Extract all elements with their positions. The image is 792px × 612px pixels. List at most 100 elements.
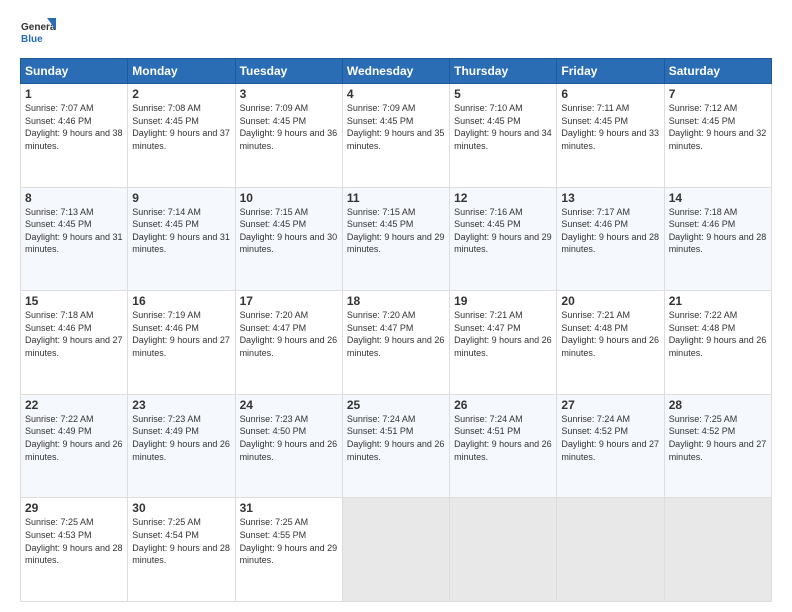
table-row: 22 Sunrise: 7:22 AM Sunset: 4:49 PM Dayl… xyxy=(21,394,128,498)
day-sunset: Sunset: 4:54 PM xyxy=(132,530,199,540)
day-daylight: Daylight: 9 hours and 29 minutes. xyxy=(454,232,552,255)
day-sunrise: Sunrise: 7:20 AM xyxy=(347,310,416,320)
col-wednesday: Wednesday xyxy=(342,59,449,84)
day-sunset: Sunset: 4:45 PM xyxy=(132,219,199,229)
table-row: 26 Sunrise: 7:24 AM Sunset: 4:51 PM Dayl… xyxy=(450,394,557,498)
day-daylight: Daylight: 9 hours and 33 minutes. xyxy=(561,128,659,151)
day-number: 31 xyxy=(240,501,338,515)
day-sunset: Sunset: 4:45 PM xyxy=(454,219,521,229)
day-sunset: Sunset: 4:53 PM xyxy=(25,530,92,540)
day-sunset: Sunset: 4:45 PM xyxy=(454,116,521,126)
day-sunrise: Sunrise: 7:20 AM xyxy=(240,310,309,320)
table-row: 4 Sunrise: 7:09 AM Sunset: 4:45 PM Dayli… xyxy=(342,84,449,188)
day-number: 2 xyxy=(132,87,230,101)
day-sunset: Sunset: 4:49 PM xyxy=(25,426,92,436)
day-sunrise: Sunrise: 7:19 AM xyxy=(132,310,201,320)
day-number: 13 xyxy=(561,191,659,205)
table-row: 18 Sunrise: 7:20 AM Sunset: 4:47 PM Dayl… xyxy=(342,291,449,395)
day-sunset: Sunset: 4:47 PM xyxy=(347,323,414,333)
day-daylight: Daylight: 9 hours and 37 minutes. xyxy=(132,128,230,151)
table-row: 3 Sunrise: 7:09 AM Sunset: 4:45 PM Dayli… xyxy=(235,84,342,188)
day-sunrise: Sunrise: 7:24 AM xyxy=(347,414,416,424)
day-daylight: Daylight: 9 hours and 26 minutes. xyxy=(132,439,230,462)
svg-text:Blue: Blue xyxy=(21,34,43,45)
table-row: 10 Sunrise: 7:15 AM Sunset: 4:45 PM Dayl… xyxy=(235,187,342,291)
day-sunrise: Sunrise: 7:25 AM xyxy=(669,414,738,424)
day-number: 18 xyxy=(347,294,445,308)
day-number: 15 xyxy=(25,294,123,308)
day-daylight: Daylight: 9 hours and 32 minutes. xyxy=(669,128,767,151)
day-number: 28 xyxy=(669,398,767,412)
day-sunset: Sunset: 4:45 PM xyxy=(240,116,307,126)
calendar-week-row: 15 Sunrise: 7:18 AM Sunset: 4:46 PM Dayl… xyxy=(21,291,772,395)
day-number: 24 xyxy=(240,398,338,412)
day-sunrise: Sunrise: 7:11 AM xyxy=(561,103,629,113)
day-daylight: Daylight: 9 hours and 29 minutes. xyxy=(347,232,445,255)
day-sunset: Sunset: 4:46 PM xyxy=(25,116,92,126)
day-sunrise: Sunrise: 7:21 AM xyxy=(561,310,630,320)
day-sunrise: Sunrise: 7:25 AM xyxy=(132,517,201,527)
day-sunset: Sunset: 4:50 PM xyxy=(240,426,307,436)
table-row: 8 Sunrise: 7:13 AM Sunset: 4:45 PM Dayli… xyxy=(21,187,128,291)
day-number: 10 xyxy=(240,191,338,205)
table-row: 24 Sunrise: 7:23 AM Sunset: 4:50 PM Dayl… xyxy=(235,394,342,498)
table-row: 16 Sunrise: 7:19 AM Sunset: 4:46 PM Dayl… xyxy=(128,291,235,395)
table-row xyxy=(342,498,449,602)
day-daylight: Daylight: 9 hours and 26 minutes. xyxy=(454,439,552,462)
table-row xyxy=(557,498,664,602)
table-row: 29 Sunrise: 7:25 AM Sunset: 4:53 PM Dayl… xyxy=(21,498,128,602)
calendar-week-row: 29 Sunrise: 7:25 AM Sunset: 4:53 PM Dayl… xyxy=(21,498,772,602)
day-daylight: Daylight: 9 hours and 35 minutes. xyxy=(347,128,445,151)
calendar: Sunday Monday Tuesday Wednesday Thursday… xyxy=(20,58,772,602)
day-number: 12 xyxy=(454,191,552,205)
day-sunrise: Sunrise: 7:24 AM xyxy=(454,414,523,424)
day-number: 26 xyxy=(454,398,552,412)
day-number: 20 xyxy=(561,294,659,308)
table-row: 20 Sunrise: 7:21 AM Sunset: 4:48 PM Dayl… xyxy=(557,291,664,395)
day-number: 23 xyxy=(132,398,230,412)
day-daylight: Daylight: 9 hours and 26 minutes. xyxy=(25,439,123,462)
day-daylight: Daylight: 9 hours and 34 minutes. xyxy=(454,128,552,151)
day-daylight: Daylight: 9 hours and 27 minutes. xyxy=(132,335,230,358)
day-sunset: Sunset: 4:46 PM xyxy=(561,219,628,229)
day-sunset: Sunset: 4:46 PM xyxy=(669,219,736,229)
day-daylight: Daylight: 9 hours and 36 minutes. xyxy=(240,128,338,151)
day-sunrise: Sunrise: 7:23 AM xyxy=(240,414,309,424)
day-sunset: Sunset: 4:45 PM xyxy=(132,116,199,126)
day-number: 1 xyxy=(25,87,123,101)
day-sunrise: Sunrise: 7:07 AM xyxy=(25,103,94,113)
page: General Blue Sunday Monday Tuesday Wedne… xyxy=(0,0,792,612)
day-sunrise: Sunrise: 7:24 AM xyxy=(561,414,630,424)
day-sunrise: Sunrise: 7:18 AM xyxy=(669,207,738,217)
table-row: 17 Sunrise: 7:20 AM Sunset: 4:47 PM Dayl… xyxy=(235,291,342,395)
calendar-week-row: 22 Sunrise: 7:22 AM Sunset: 4:49 PM Dayl… xyxy=(21,394,772,498)
day-daylight: Daylight: 9 hours and 30 minutes. xyxy=(240,232,338,255)
table-row: 23 Sunrise: 7:23 AM Sunset: 4:49 PM Dayl… xyxy=(128,394,235,498)
day-sunrise: Sunrise: 7:15 AM xyxy=(240,207,309,217)
day-number: 25 xyxy=(347,398,445,412)
day-daylight: Daylight: 9 hours and 26 minutes. xyxy=(240,439,338,462)
svg-text:General: General xyxy=(21,22,56,33)
day-sunset: Sunset: 4:49 PM xyxy=(132,426,199,436)
table-row: 31 Sunrise: 7:25 AM Sunset: 4:55 PM Dayl… xyxy=(235,498,342,602)
day-daylight: Daylight: 9 hours and 28 minutes. xyxy=(561,232,659,255)
day-sunrise: Sunrise: 7:13 AM xyxy=(25,207,94,217)
day-number: 6 xyxy=(561,87,659,101)
calendar-week-row: 1 Sunrise: 7:07 AM Sunset: 4:46 PM Dayli… xyxy=(21,84,772,188)
day-sunrise: Sunrise: 7:25 AM xyxy=(240,517,309,527)
calendar-header-row: Sunday Monday Tuesday Wednesday Thursday… xyxy=(21,59,772,84)
table-row: 14 Sunrise: 7:18 AM Sunset: 4:46 PM Dayl… xyxy=(664,187,771,291)
table-row: 19 Sunrise: 7:21 AM Sunset: 4:47 PM Dayl… xyxy=(450,291,557,395)
table-row: 28 Sunrise: 7:25 AM Sunset: 4:52 PM Dayl… xyxy=(664,394,771,498)
day-daylight: Daylight: 9 hours and 26 minutes. xyxy=(669,335,767,358)
day-number: 3 xyxy=(240,87,338,101)
col-friday: Friday xyxy=(557,59,664,84)
day-sunset: Sunset: 4:45 PM xyxy=(347,116,414,126)
day-number: 8 xyxy=(25,191,123,205)
table-row: 25 Sunrise: 7:24 AM Sunset: 4:51 PM Dayl… xyxy=(342,394,449,498)
day-sunset: Sunset: 4:52 PM xyxy=(669,426,736,436)
day-sunrise: Sunrise: 7:22 AM xyxy=(25,414,94,424)
table-row xyxy=(664,498,771,602)
day-daylight: Daylight: 9 hours and 28 minutes. xyxy=(132,543,230,566)
day-daylight: Daylight: 9 hours and 26 minutes. xyxy=(347,439,445,462)
